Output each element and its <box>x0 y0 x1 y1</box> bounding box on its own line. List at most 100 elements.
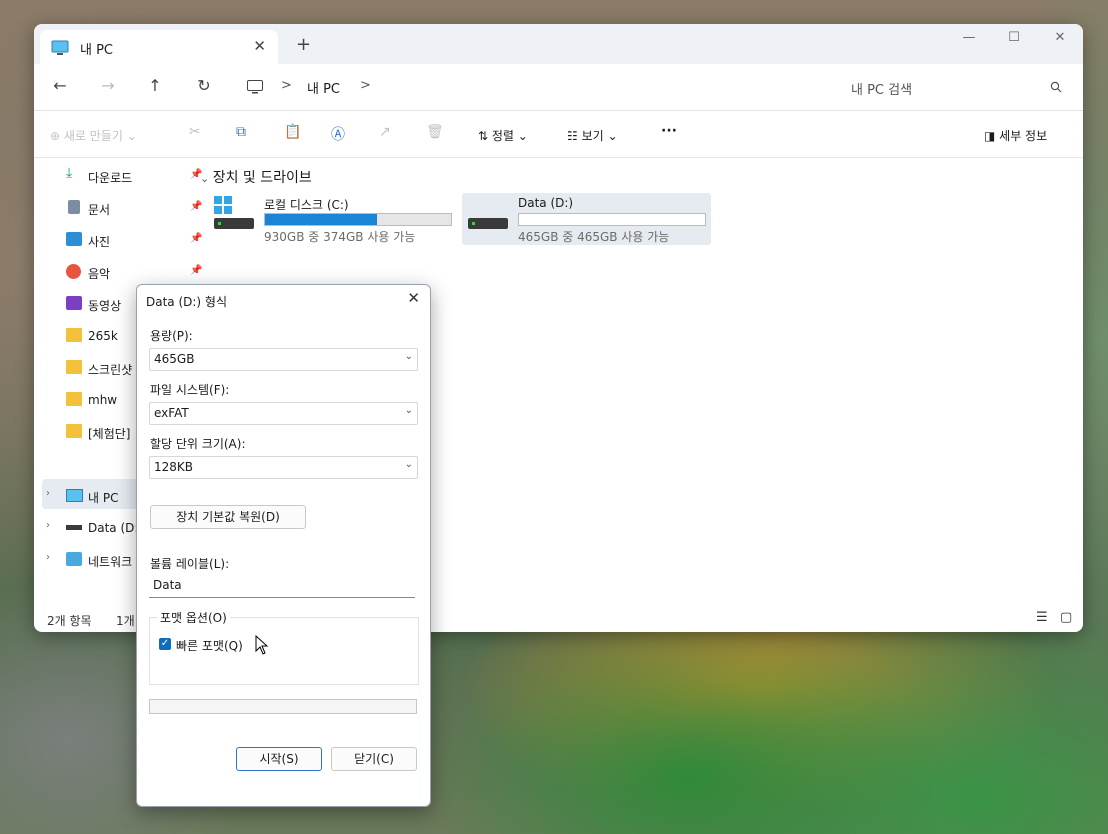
breadcrumb-separator[interactable]: > <box>281 78 292 93</box>
details-view-icon[interactable]: ☰ <box>1036 610 1048 625</box>
sidebar-item-label: 사진 <box>88 235 111 249</box>
chevron-down-icon: ⌄ <box>200 172 213 185</box>
drive-d[interactable]: Data (D:) 465GB 중 465GB 사용 가능 <box>462 193 711 245</box>
hard-drive-icon <box>214 218 254 229</box>
quick-format-checkbox[interactable]: ✓ <box>159 638 171 650</box>
drive-free-space: 465GB 중 465GB 사용 가능 <box>518 230 670 244</box>
copy-icon[interactable]: ⧉ <box>236 124 246 140</box>
breadcrumb-my-pc[interactable]: 내 PC <box>307 78 340 97</box>
delete-icon[interactable]: 🗑 <box>426 124 444 140</box>
selected-count: 1개 <box>116 614 135 628</box>
download-icon: ⤓ <box>66 165 73 181</box>
network-icon <box>66 552 82 566</box>
format-progress-bar <box>149 699 417 714</box>
monitor-icon[interactable] <box>246 79 264 95</box>
section-header[interactable]: ⌄ 장치 및 드라이브 <box>200 167 312 187</box>
drive-usage-bar <box>264 213 452 226</box>
sidebar-item-label: mhw <box>88 393 118 407</box>
search-placeholder: 내 PC 검색 <box>851 83 913 98</box>
restore-defaults-button[interactable]: 장치 기본값 복원(D) <box>150 505 306 529</box>
computer-icon <box>66 489 83 502</box>
folder-icon <box>66 328 82 342</box>
sidebar-item-label: 동영상 <box>88 299 122 313</box>
folder-icon <box>66 424 82 438</box>
title-bar: 내 PC ✕ + — ☐ ✕ <box>34 24 1083 64</box>
drive-name: Data (D:) <box>518 196 574 210</box>
close-button[interactable]: 닫기(C) <box>331 747 417 771</box>
search-box[interactable]: 내 PC 검색 <box>844 74 1076 100</box>
details-label: 세부 정보 <box>999 129 1048 143</box>
cut-icon[interactable]: ✂ <box>189 124 201 140</box>
section-title: 장치 및 드라이브 <box>212 170 312 186</box>
chevron-right-icon[interactable]: › <box>46 520 50 531</box>
chevron-right-icon[interactable]: › <box>46 488 50 499</box>
details-pane-button[interactable]: ◨ 세부 정보 <box>984 127 1047 144</box>
drive-usage-bar <box>518 213 706 226</box>
sidebar-item-label: [체험단] <box>88 427 131 441</box>
volume-label-input[interactable]: Data <box>149 574 415 598</box>
volume-value: Data <box>153 578 182 592</box>
view-button[interactable]: ☷ 보기 ⌄ <box>567 127 618 144</box>
rename-icon[interactable]: Ⓐ <box>331 124 345 144</box>
new-tab-button[interactable]: + <box>296 34 311 55</box>
windows-logo-icon <box>214 196 232 214</box>
tab-my-pc[interactable]: 내 PC ✕ <box>40 30 278 64</box>
paste-icon[interactable]: 📋 <box>284 124 301 140</box>
minimize-button[interactable]: — <box>954 30 984 45</box>
allocation-select[interactable]: 128KB ⌄ <box>149 456 418 479</box>
breadcrumb-separator-end[interactable]: > <box>360 78 371 93</box>
quick-format-label[interactable]: 빠른 포맷(Q) <box>176 637 243 654</box>
tab-title: 내 PC <box>80 43 114 58</box>
volume-label: 볼륨 레이블(L): <box>150 557 230 571</box>
hard-drive-icon <box>468 218 508 229</box>
sort-button[interactable]: ⇅ 정렬 ⌄ <box>478 127 528 144</box>
new-item-label: 새로 만들기 <box>63 129 123 143</box>
drive-free-space: 930GB 중 374GB 사용 가능 <box>264 230 416 244</box>
picture-icon <box>66 232 82 246</box>
format-dialog: Data (D:) 형식 ✕ 용량(P): 465GB ⌄ 파일 시스템(F):… <box>136 284 431 807</box>
tiles-view-icon[interactable]: ▢ <box>1060 610 1072 625</box>
drive-c[interactable]: 로컬 디스크 (C:) 930GB 중 374GB 사용 가능 <box>208 193 458 245</box>
chevron-down-icon: ⌄ <box>404 405 413 416</box>
capacity-select[interactable]: 465GB ⌄ <box>149 348 418 371</box>
dialog-title: Data (D:) 형식 <box>146 295 228 309</box>
folder-icon <box>66 392 82 406</box>
mouse-cursor-icon <box>255 635 269 655</box>
chevron-down-icon: ⌄ <box>404 459 413 470</box>
sidebar-item-label: 다운로드 <box>88 171 133 185</box>
filesystem-select[interactable]: exFAT ⌄ <box>149 402 418 425</box>
close-window-button[interactable]: ✕ <box>1045 30 1075 45</box>
share-icon[interactable]: ↗ <box>379 124 391 140</box>
tab-close-icon[interactable]: ✕ <box>253 37 266 55</box>
capacity-value: 465GB <box>154 352 195 366</box>
chevron-right-icon[interactable]: › <box>46 552 50 563</box>
drive-name: 로컬 디스크 (C:) <box>264 198 349 212</box>
refresh-button[interactable]: ↻ <box>192 76 216 95</box>
capacity-label: 용량(P): <box>150 329 193 343</box>
item-count: 2개 항목 <box>47 614 92 628</box>
dialog-close-icon[interactable]: ✕ <box>407 289 420 307</box>
music-icon <box>66 264 81 279</box>
sort-label: 정렬 <box>491 129 514 143</box>
document-icon <box>68 200 80 214</box>
view-label: 보기 <box>581 129 604 143</box>
new-item-button[interactable]: ⊕ 새로 만들기 ⌄ <box>50 127 137 144</box>
drive-icon <box>66 525 82 530</box>
chevron-down-icon: ⌄ <box>404 351 413 362</box>
up-button[interactable]: ↑ <box>143 76 167 95</box>
filesystem-label: 파일 시스템(F): <box>150 383 230 397</box>
allocation-label: 할당 단위 크기(A): <box>150 437 246 451</box>
sidebar-item-label: 내 PC <box>88 491 119 505</box>
format-options-group: 포맷 옵션(O) ✓ 빠른 포맷(Q) <box>149 609 419 685</box>
start-button[interactable]: 시작(S) <box>236 747 322 771</box>
maximize-button[interactable]: ☐ <box>999 30 1029 45</box>
forward-button[interactable]: → <box>96 76 120 95</box>
back-button[interactable]: ← <box>48 76 72 95</box>
command-bar: ⊕ 새로 만들기 ⌄ ✂ ⧉ 📋 Ⓐ ↗ 🗑 ⇅ 정렬 ⌄ ☷ 보기 ⌄ ···… <box>34 111 1083 158</box>
sidebar-item-label: Data (D:) <box>88 521 144 535</box>
format-options-label: 포맷 옵션(O) <box>157 609 230 626</box>
sidebar-item-label: 문서 <box>88 203 111 217</box>
drive-usage-fill <box>265 214 377 225</box>
sidebar-item-label: 265k <box>88 329 118 343</box>
more-options-button[interactable]: ··· <box>661 123 677 139</box>
